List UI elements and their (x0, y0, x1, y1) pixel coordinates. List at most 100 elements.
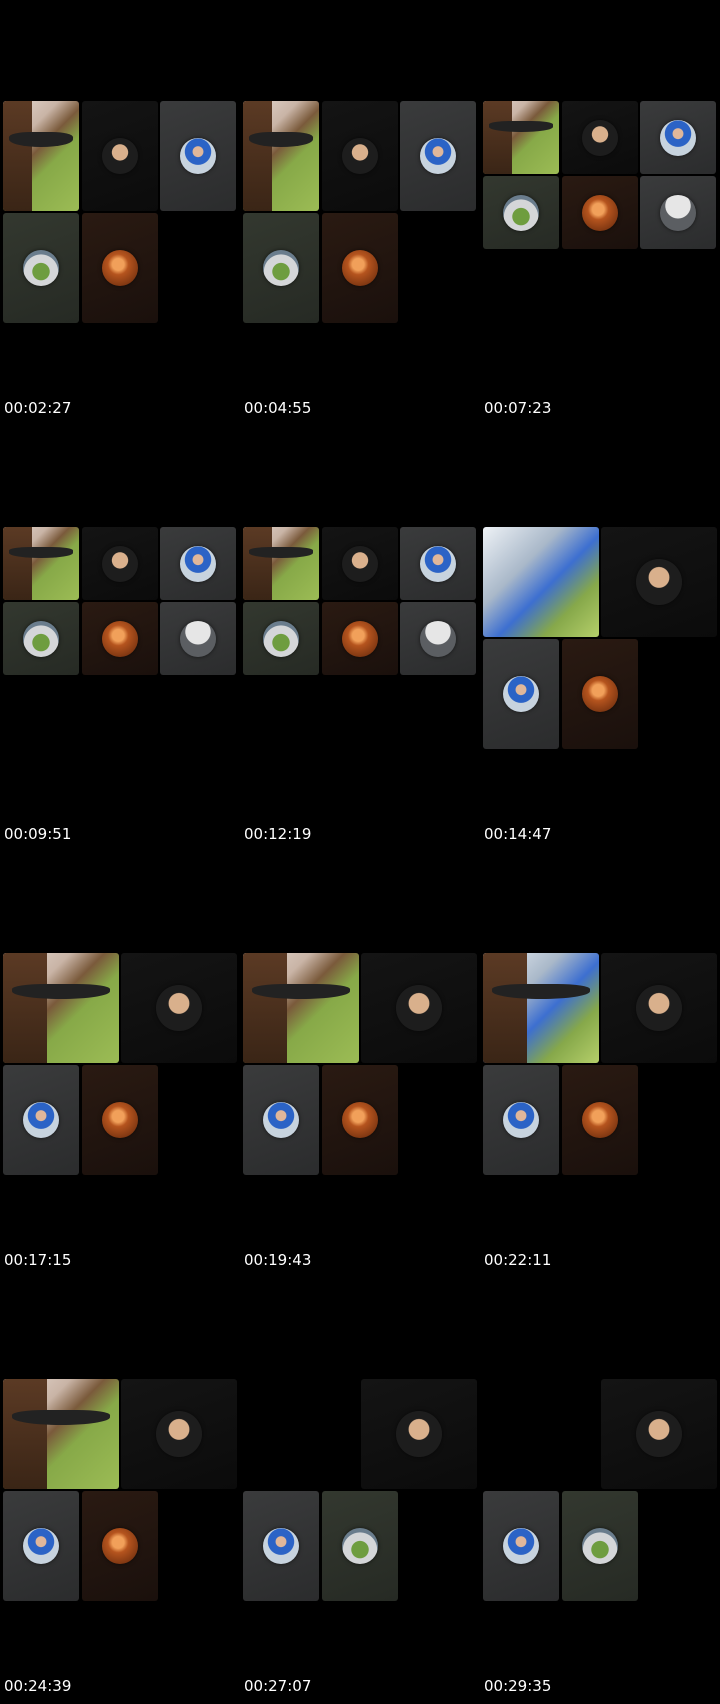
avatar-icon (636, 985, 682, 1031)
participant-tile[interactable] (82, 602, 158, 675)
participant-tile[interactable] (562, 101, 638, 174)
participant-tile[interactable] (3, 1491, 79, 1601)
avatar-icon (503, 1528, 539, 1564)
avatar-icon (102, 250, 138, 286)
participant-tile[interactable] (361, 1379, 477, 1489)
avatar-icon (342, 545, 378, 582)
avatar-icon (582, 676, 618, 712)
sunglasses-shape (12, 1409, 110, 1426)
sunglasses-shape (9, 547, 73, 558)
participant-tile[interactable] (243, 1065, 319, 1175)
hair-shape (483, 101, 512, 174)
avatar-icon (23, 620, 59, 657)
self-video-tile[interactable] (3, 953, 119, 1063)
self-video-tile[interactable] (483, 527, 599, 637)
participant-tile[interactable] (483, 1491, 559, 1601)
avatar-icon (342, 1102, 378, 1138)
hair-shape (483, 953, 528, 1063)
participant-tile[interactable] (243, 602, 319, 675)
avatar-icon (582, 194, 618, 231)
avatar-icon (342, 250, 378, 286)
avatar-icon (503, 1102, 539, 1138)
participant-tile[interactable] (322, 1491, 398, 1601)
participant-tile[interactable] (3, 213, 79, 323)
avatar-icon (263, 1102, 299, 1138)
participant-tile[interactable] (322, 213, 398, 323)
participant-tile[interactable] (562, 1065, 638, 1175)
participant-tile[interactable] (640, 176, 716, 249)
hair-shape (3, 527, 32, 600)
participant-tile[interactable] (160, 101, 236, 211)
participant-tile[interactable] (322, 527, 398, 600)
avatar-icon (263, 620, 299, 657)
participant-tile[interactable] (322, 101, 398, 211)
participant-tile[interactable] (160, 602, 236, 675)
timestamp: 00:29:35 (484, 1677, 552, 1695)
avatar-icon (582, 119, 618, 156)
self-video-tile[interactable] (3, 527, 79, 600)
avatar-icon (636, 1411, 682, 1457)
participant-tile[interactable] (562, 639, 638, 749)
hair-shape (3, 1379, 48, 1489)
self-video-tile[interactable] (3, 1379, 119, 1489)
avatar-icon (342, 1528, 378, 1564)
avatar-icon (420, 138, 456, 174)
participant-tile[interactable] (82, 1065, 158, 1175)
participant-tile[interactable] (82, 1491, 158, 1601)
participant-tile[interactable] (82, 213, 158, 323)
participant-tile[interactable] (483, 1065, 559, 1175)
participant-tile[interactable] (601, 953, 717, 1063)
participant-tile[interactable] (243, 213, 319, 323)
participant-tile[interactable] (400, 602, 476, 675)
participant-tile[interactable] (322, 602, 398, 675)
participant-tile[interactable] (483, 176, 559, 249)
self-video-tile[interactable] (483, 953, 599, 1063)
timestamp: 00:04:55 (244, 399, 312, 417)
avatar-icon (660, 194, 696, 231)
self-video-tile[interactable] (243, 527, 319, 600)
timestamp: 00:19:43 (244, 1251, 312, 1269)
participant-tile[interactable] (640, 101, 716, 174)
hair-shape (243, 953, 288, 1063)
avatar-icon (102, 1528, 138, 1564)
sunglasses-shape (492, 983, 590, 1000)
participant-tile[interactable] (483, 639, 559, 749)
participant-tile[interactable] (160, 527, 236, 600)
timestamp: 00:02:27 (4, 399, 72, 417)
avatar-icon (180, 620, 216, 657)
sunglasses-shape (489, 121, 553, 132)
self-video-tile[interactable] (483, 101, 559, 174)
participant-tile[interactable] (322, 1065, 398, 1175)
hair-shape (243, 527, 272, 600)
avatar-icon (636, 559, 682, 605)
sunglasses-shape (12, 983, 110, 1000)
participant-tile[interactable] (601, 1379, 717, 1489)
participant-tile[interactable] (562, 1491, 638, 1601)
participant-tile[interactable] (3, 1065, 79, 1175)
participant-tile[interactable] (400, 101, 476, 211)
participant-tile[interactable] (121, 1379, 237, 1489)
frame-4: 00:09:51 (0, 426, 240, 852)
timestamp: 00:24:39 (4, 1677, 72, 1695)
participant-tile[interactable] (82, 527, 158, 600)
participant-tile[interactable] (3, 602, 79, 675)
frame-6: 00:14:47 (480, 426, 720, 852)
avatar-icon (342, 620, 378, 657)
avatar-icon (263, 1528, 299, 1564)
avatar-icon (582, 1528, 618, 1564)
avatar-icon (102, 545, 138, 582)
participant-tile[interactable] (82, 101, 158, 211)
self-video-tile[interactable] (243, 101, 319, 211)
frame-3: 00:07:23 (480, 0, 720, 426)
frame-7: 00:17:15 (0, 852, 240, 1278)
self-video-tile[interactable] (3, 101, 79, 211)
self-video-tile[interactable] (243, 953, 359, 1063)
timestamp: 00:27:07 (244, 1677, 312, 1695)
participant-tile[interactable] (400, 527, 476, 600)
participant-tile[interactable] (361, 953, 477, 1063)
participant-tile[interactable] (562, 176, 638, 249)
timestamp: 00:17:15 (4, 1251, 72, 1269)
participant-tile[interactable] (121, 953, 237, 1063)
participant-tile[interactable] (601, 527, 717, 637)
participant-tile[interactable] (243, 1491, 319, 1601)
